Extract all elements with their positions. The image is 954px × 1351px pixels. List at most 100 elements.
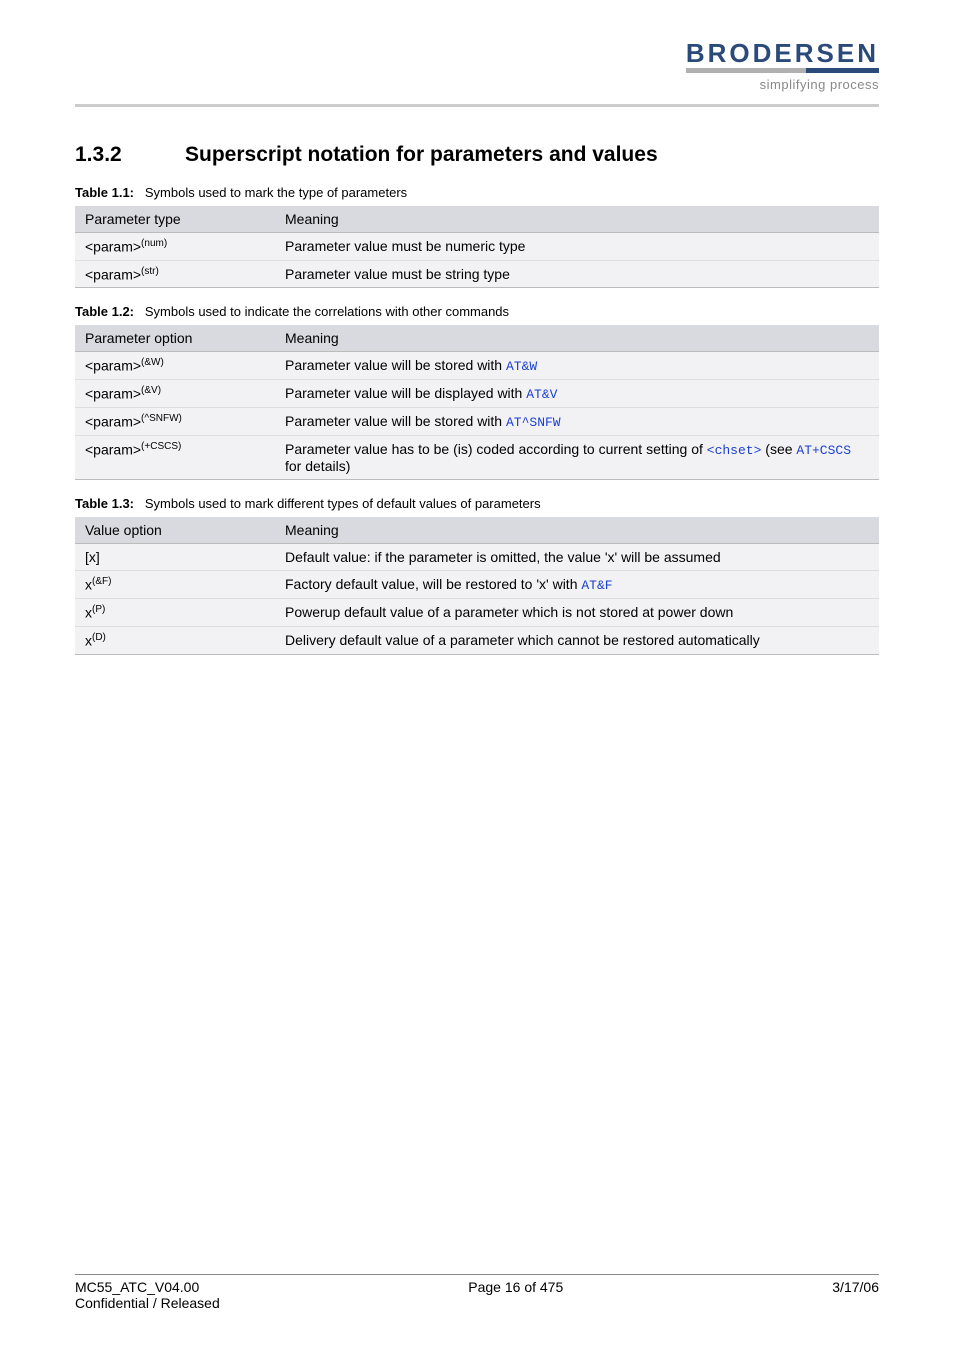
data-table: Parameter typeMeaning<param>(num)Paramet…	[75, 206, 879, 288]
table-row: x(&F) Factory default value, will be rest…	[75, 571, 879, 599]
param-cell: [x]	[75, 544, 275, 571]
meaning-cell: Powerup default value of a parameter whi…	[275, 599, 879, 627]
param-superscript: (P)	[92, 604, 105, 615]
meaning-text: Powerup default value of a parameter whi…	[285, 604, 733, 620]
param-cell: <param>(&W)	[75, 352, 275, 380]
logo-text: BRODERSEN	[686, 40, 879, 66]
param-cell: x(&F)	[75, 571, 275, 599]
meaning-text: (see	[761, 441, 796, 457]
table-caption-text: Symbols used to mark the type of paramet…	[145, 185, 407, 200]
param-cell: <param>(&V)	[75, 380, 275, 408]
logo-tagline: simplifying process	[686, 77, 879, 92]
param-cell: x(P)	[75, 599, 275, 627]
meaning-cell: Parameter value has to be (is) coded acc…	[275, 436, 879, 480]
meaning-text: Parameter value will be stored with	[285, 413, 506, 429]
table-row: <param>(str) Parameter value must be stri…	[75, 260, 879, 288]
param-base: <param>	[85, 414, 141, 430]
footer-date: 3/17/06	[832, 1279, 879, 1295]
param-base: <param>	[85, 386, 141, 402]
table-row: [x] Default value: if the parameter is om…	[75, 544, 879, 571]
table-label: Table 1.2:	[75, 304, 134, 319]
footer-confidential: Confidential / Released	[75, 1295, 879, 1311]
param-superscript: (&V)	[141, 385, 161, 396]
param-base: x	[85, 633, 92, 649]
param-superscript: (^SNFW)	[141, 413, 182, 424]
param-cell: x(D)	[75, 626, 275, 654]
meaning-text: Parameter value will be stored with	[285, 357, 506, 373]
meaning-text: Parameter value must be numeric type	[285, 238, 525, 254]
table-row: <param>(&V)Parameter value will be displ…	[75, 380, 879, 408]
param-superscript: (&F)	[92, 576, 111, 587]
column-header: Parameter type	[75, 206, 275, 233]
meaning-cell: Parameter value must be numeric type	[275, 233, 879, 261]
param-superscript: (str)	[141, 266, 159, 277]
param-base: <param>	[85, 266, 141, 282]
param-superscript: (&W)	[141, 357, 164, 368]
param-superscript: (D)	[92, 632, 106, 643]
section-title: Superscript notation for parameters and …	[185, 143, 658, 166]
meaning-cell: Parameter value will be stored with AT^S…	[275, 408, 879, 436]
logo-underline	[686, 68, 879, 73]
table-caption: Table 1.1: Symbols used to mark the type…	[75, 185, 879, 200]
meaning-text: for details)	[285, 458, 350, 474]
page-footer: MC55_ATC_V04.00 Page 16 of 475 3/17/06 C…	[75, 1274, 879, 1311]
param-base: <param>	[85, 239, 141, 255]
section-heading: 1.3.2Superscript notation for parameters…	[75, 143, 879, 167]
param-cell: <param>(num)	[75, 233, 275, 261]
meaning-cell: Parameter value will be stored with AT&W	[275, 352, 879, 380]
meaning-text: Factory default value, will be restored …	[285, 576, 581, 592]
table-row: <param>(num) Parameter value must be nume…	[75, 233, 879, 261]
meaning-cell: Delivery default value of a parameter wh…	[275, 626, 879, 654]
table-row: <param>(^SNFW)Parameter value will be st…	[75, 408, 879, 436]
param-base: <param>	[85, 442, 141, 458]
data-table: Value optionMeaning [x] Default value: if …	[75, 517, 879, 654]
meaning-text: Default value: if the parameter is omitt…	[285, 549, 721, 565]
footer-doc-id: MC55_ATC_V04.00	[75, 1279, 199, 1295]
meaning-text: Delivery default value of a parameter wh…	[285, 632, 760, 648]
param-base: x	[85, 577, 92, 593]
at-command-link[interactable]: AT&V	[526, 387, 557, 402]
page-header: BRODERSEN simplifying process	[75, 40, 879, 100]
table-label: Table 1.1:	[75, 185, 134, 200]
param-superscript: (num)	[141, 238, 167, 249]
at-command-link[interactable]: AT^SNFW	[506, 415, 561, 430]
table-caption-text: Symbols used to mark different types of …	[145, 496, 541, 511]
section-number: 1.3.2	[75, 143, 185, 167]
footer-divider	[75, 1274, 879, 1275]
column-header: Meaning	[275, 206, 879, 233]
at-command-link[interactable]: <chset>	[707, 443, 762, 458]
logo-block: BRODERSEN simplifying process	[686, 40, 879, 92]
at-command-link[interactable]: AT&W	[506, 359, 537, 374]
meaning-cell: Parameter value will be displayed with A…	[275, 380, 879, 408]
meaning-cell: Factory default value, will be restored …	[275, 571, 879, 599]
column-header: Meaning	[275, 325, 879, 352]
table-row: x(D) Delivery default value of a paramete…	[75, 626, 879, 654]
header-divider	[75, 104, 879, 107]
param-base: [x]	[85, 549, 100, 565]
column-header: Value option	[75, 517, 275, 544]
param-superscript: (+CSCS)	[141, 441, 181, 452]
table-caption: Table 1.3: Symbols used to mark differen…	[75, 496, 879, 511]
footer-page-number: Page 16 of 475	[468, 1279, 563, 1295]
param-base: <param>	[85, 358, 141, 374]
table-caption-text: Symbols used to indicate the correlation…	[145, 304, 509, 319]
column-header: Parameter option	[75, 325, 275, 352]
param-base: x	[85, 605, 92, 621]
data-table: Parameter optionMeaning<param>(&W)Parame…	[75, 325, 879, 480]
param-cell: <param>(^SNFW)	[75, 408, 275, 436]
meaning-text: Parameter value has to be (is) coded acc…	[285, 441, 707, 457]
table-row: <param>(&W)Parameter value will be store…	[75, 352, 879, 380]
param-cell: <param>(+CSCS)	[75, 436, 275, 480]
column-header: Meaning	[275, 517, 879, 544]
table-row: x(P) Powerup default value of a parameter…	[75, 599, 879, 627]
table-row: <param>(+CSCS) Parameter value has to be …	[75, 436, 879, 480]
meaning-text: Parameter value must be string type	[285, 266, 510, 282]
table-label: Table 1.3:	[75, 496, 134, 511]
meaning-text: Parameter value will be displayed with	[285, 385, 526, 401]
param-cell: <param>(str)	[75, 260, 275, 288]
at-command-link[interactable]: AT+CSCS	[796, 443, 851, 458]
table-caption: Table 1.2: Symbols used to indicate the …	[75, 304, 879, 319]
meaning-cell: Default value: if the parameter is omitt…	[275, 544, 879, 571]
at-command-link[interactable]: AT&F	[581, 578, 612, 593]
meaning-cell: Parameter value must be string type	[275, 260, 879, 288]
